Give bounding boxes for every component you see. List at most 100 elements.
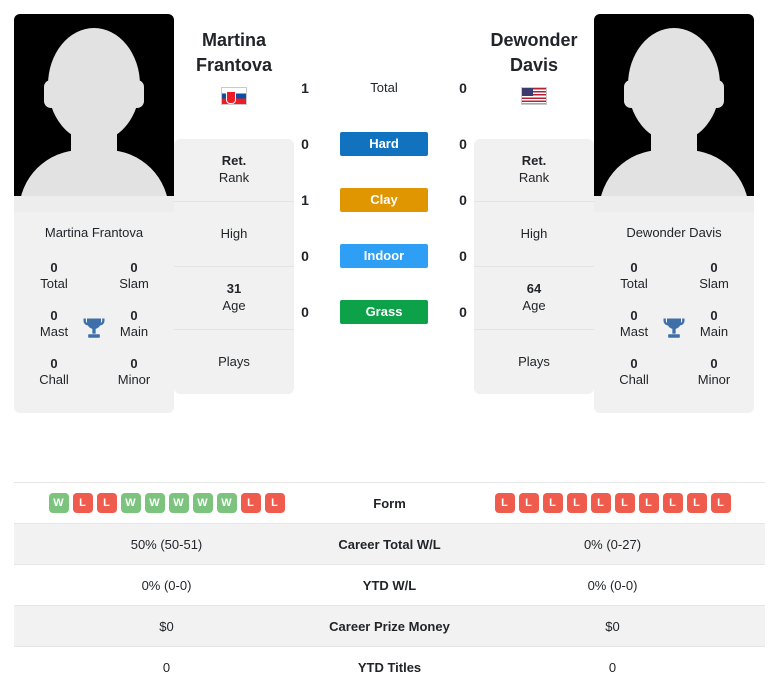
row-label: Career Total W/L [338,536,441,552]
titles-cell: 0 Minor [674,349,754,397]
titles-label: Minor [697,372,731,387]
left-player-card[interactable]: Martina Frantova 0 Total 0 Slam 0 Mast 0… [14,14,174,413]
left-player-avatar [14,14,174,212]
silhouette-ear-left [624,80,638,108]
titles-count: 0 [50,260,58,275]
left-player-photo-column: Martina Frantova 0 Total 0 Slam 0 Mast 0… [14,14,174,413]
high-rank-label: High [520,226,548,241]
form-chip-win: W [168,493,189,513]
surface-row-hard: 0 Hard 0 [294,116,474,172]
form-chip-loss: L [662,493,683,513]
surface-label-total: Total [370,80,398,95]
left-form-cell: WLLWWWWWLL [14,483,319,524]
left-value: $0 [159,618,174,634]
silhouette-ear-left [44,80,58,108]
age-value: 31 [226,281,242,296]
surface-right-count: 0 [459,80,467,96]
left-value: 0% (0-0) [141,577,192,593]
table-row: 0 YTD Titles 0 [14,646,765,688]
row-label: YTD Titles [357,659,422,675]
surface-row-clay: 1 Clay 0 [294,172,474,228]
surface-badge-clay[interactable]: Clay [340,188,428,212]
titles-count: 0 [130,356,138,371]
flag-slovakia-icon [221,87,247,105]
titles-count: 0 [50,356,58,371]
surface-row-grass: 0 Grass 0 [294,284,474,340]
form-chip-loss: L [614,493,635,513]
rank-label: Rank [218,170,250,185]
surface-right-count: 0 [459,192,467,208]
titles-label: Slam [119,276,149,291]
titles-count: 0 [710,260,718,275]
surface-left-count: 0 [301,304,309,320]
surface-left-count: 1 [301,192,309,208]
right-player-photo-column: Dewonder Davis 0 Total 0 Slam 0 Mast 0 M… [594,14,754,413]
surface-left-count: 1 [301,80,309,96]
titles-cell: 0 Minor [94,349,174,397]
titles-label: Chall [619,372,649,387]
titles-count: 0 [630,260,638,275]
head-to-head-surfaces: 1 Total 0 0 Hard 0 1 Clay 0 0 Indoor 0 0 [294,60,474,340]
surface-right-count: 0 [459,248,467,264]
rank-label: Rank [518,170,550,185]
plays-label: Plays [218,354,250,369]
right-value: 0% (0-27) [583,536,642,552]
high-rank-row: High [174,202,294,267]
form-chip-loss: L [72,493,93,513]
surface-row-total: 1 Total 0 [294,60,474,116]
surface-left-count: 0 [301,248,309,264]
titles-count: 0 [630,356,638,371]
row-label: YTD W/L [362,577,417,593]
titles-label: Chall [39,372,69,387]
table-row: WLLWWWWWLL Form LLLLLLLLLL [14,482,765,524]
plays-row: Plays [174,330,294,394]
left-player-info-column: Martina Frantova Ret. Rank High 31 Age P… [174,28,294,394]
left-player-first-name: Martina [201,30,266,50]
left-value: 50% (50-51) [130,536,203,552]
form-chip-loss: L [686,493,707,513]
form-chip-loss: L [494,493,515,513]
surface-badge-grass[interactable]: Grass [340,300,428,324]
table-row: 50% (50-51) Career Total W/L 0% (0-27) [14,523,765,565]
silhouette-floor [14,196,174,212]
titles-cell: 0 Chall [594,349,674,397]
right-player-photo-name: Dewonder Davis [626,225,722,240]
right-player-info-column: Dewonder Davis Ret. Rank High 64 Age Pla… [474,28,594,394]
left-player-last-name: Frantova [195,55,273,75]
plays-label: Plays [518,354,550,369]
right-player-stats-card: Ret. Rank High 64 Age Plays [474,139,594,394]
titles-label: Total [40,276,68,291]
form-chip-loss: L [518,493,539,513]
row-label: Form [373,495,406,511]
table-row: 0% (0-0) YTD W/L 0% (0-0) [14,564,765,606]
titles-count: 0 [130,260,138,275]
rank-row: Ret. Rank [174,139,294,202]
trophy-icon [660,315,688,343]
form-chip-loss: L [566,493,587,513]
left-value: 0 [162,659,171,675]
form-chip-win: W [48,493,69,513]
right-player-last-name: Davis [509,55,559,75]
compare-header: Martina Frantova 0 Total 0 Slam 0 Mast 0… [0,0,779,478]
trophy-icon [80,315,108,343]
left-player-photo-name: Martina Frantova [44,225,144,240]
surface-left-count: 0 [301,136,309,152]
left-player-stats-card: Ret. Rank High 31 Age Plays [174,139,294,394]
titles-cell: 0 Total [14,253,94,301]
rank-value: Ret. [521,153,547,168]
titles-cell: 0 Chall [14,349,94,397]
row-label: Career Prize Money [329,618,450,634]
surface-badge-hard[interactable]: Hard [340,132,428,156]
age-value: 64 [526,281,542,296]
right-player-first-name: Dewonder [490,30,578,50]
titles-label: Minor [117,372,151,387]
titles-label: Total [620,276,648,291]
left-form-strip: WLLWWWWWLL [14,493,319,513]
right-player-card[interactable]: Dewonder Davis 0 Total 0 Slam 0 Mast 0 M… [594,14,754,413]
form-chip-loss: L [638,493,659,513]
plays-row: Plays [474,330,594,394]
surface-badge-indoor[interactable]: Indoor [340,244,428,268]
player-comparison-page: Martina Frantova 0 Total 0 Slam 0 Mast 0… [0,0,779,699]
right-form-strip: LLLLLLLLLL [460,493,765,513]
right-value: $0 [605,618,620,634]
